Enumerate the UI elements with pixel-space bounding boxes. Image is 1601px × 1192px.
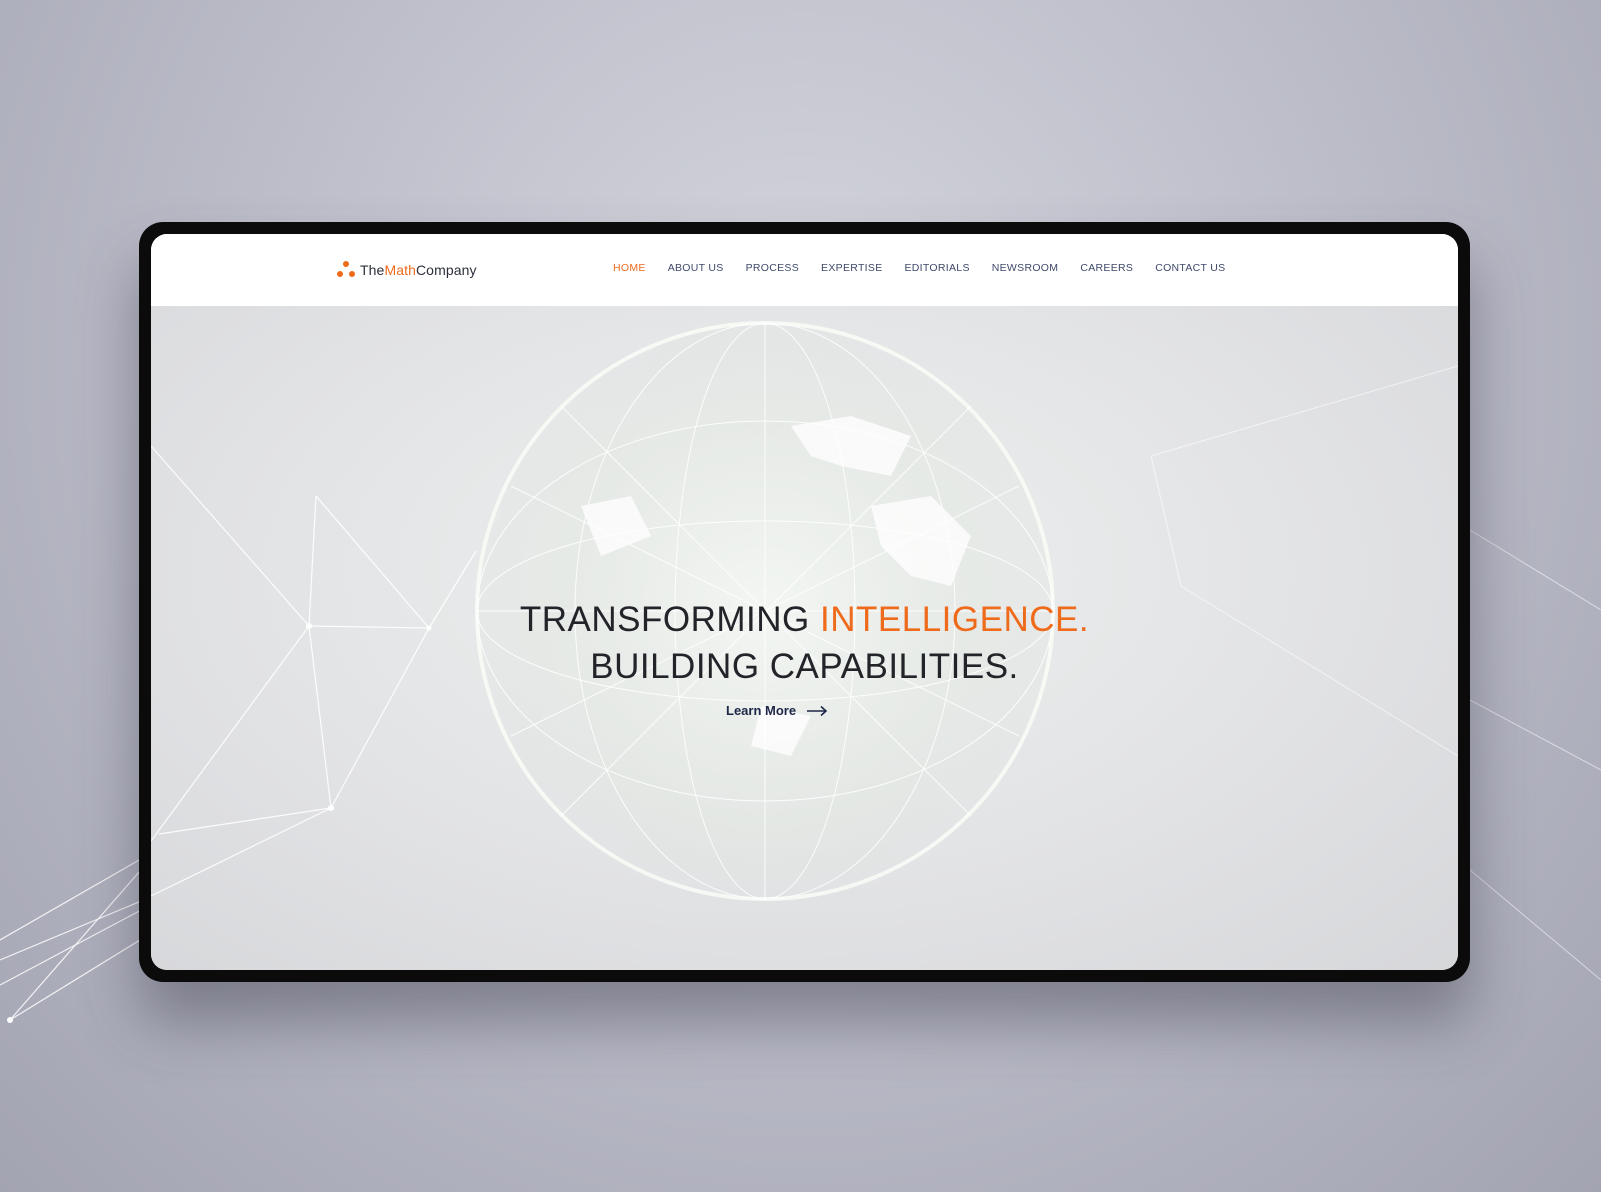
main-nav: HOME ABOUT US PROCESS EXPERTISE EDITORIA… — [613, 262, 1225, 274]
brand-name-math: Math — [384, 262, 416, 278]
hero-title-line2: BUILDING CAPABILITIES. — [590, 647, 1019, 686]
device-frame: TheMathCompany HOME ABOUT US PROCESS EXP… — [139, 222, 1470, 982]
nav-item-editorials[interactable]: EDITORIALS — [905, 262, 970, 274]
nav-item-process[interactable]: PROCESS — [746, 262, 799, 274]
nav-item-expertise[interactable]: EXPERTISE — [821, 262, 882, 274]
hero-title-intelligence: INTELLIGENCE. — [820, 600, 1090, 639]
hero-title-transforming: TRANSFORMING — [519, 600, 821, 639]
arrow-right-icon — [807, 705, 828, 716]
learn-more-link[interactable]: Learn More — [726, 703, 828, 718]
browser-screen: TheMathCompany HOME ABOUT US PROCESS EXP… — [151, 234, 1458, 970]
nav-item-home[interactable]: HOME — [613, 262, 646, 274]
brand-name-company: Company — [415, 262, 477, 278]
nav-item-contact-us[interactable]: CONTACT US — [1155, 262, 1225, 274]
hero-section: TRANSFORMING INTELLIGENCE. BUILDING CAPA… — [151, 306, 1458, 970]
brand-name-the: The — [360, 262, 385, 278]
learn-more-label: Learn More — [726, 703, 797, 718]
nav-item-about-us[interactable]: ABOUT US — [668, 262, 724, 274]
navbar: TheMathCompany HOME ABOUT US PROCESS EXP… — [151, 234, 1458, 306]
logo-mark-icon — [336, 261, 356, 279]
brand-name: TheMathCompany — [360, 262, 477, 278]
hero-title-line1: TRANSFORMING INTELLIGENCE. — [151, 596, 1458, 644]
brand-logo[interactable]: TheMathCompany — [336, 260, 477, 280]
nav-item-careers[interactable]: CAREERS — [1080, 262, 1133, 274]
nav-item-newsroom[interactable]: NEWSROOM — [992, 262, 1059, 274]
